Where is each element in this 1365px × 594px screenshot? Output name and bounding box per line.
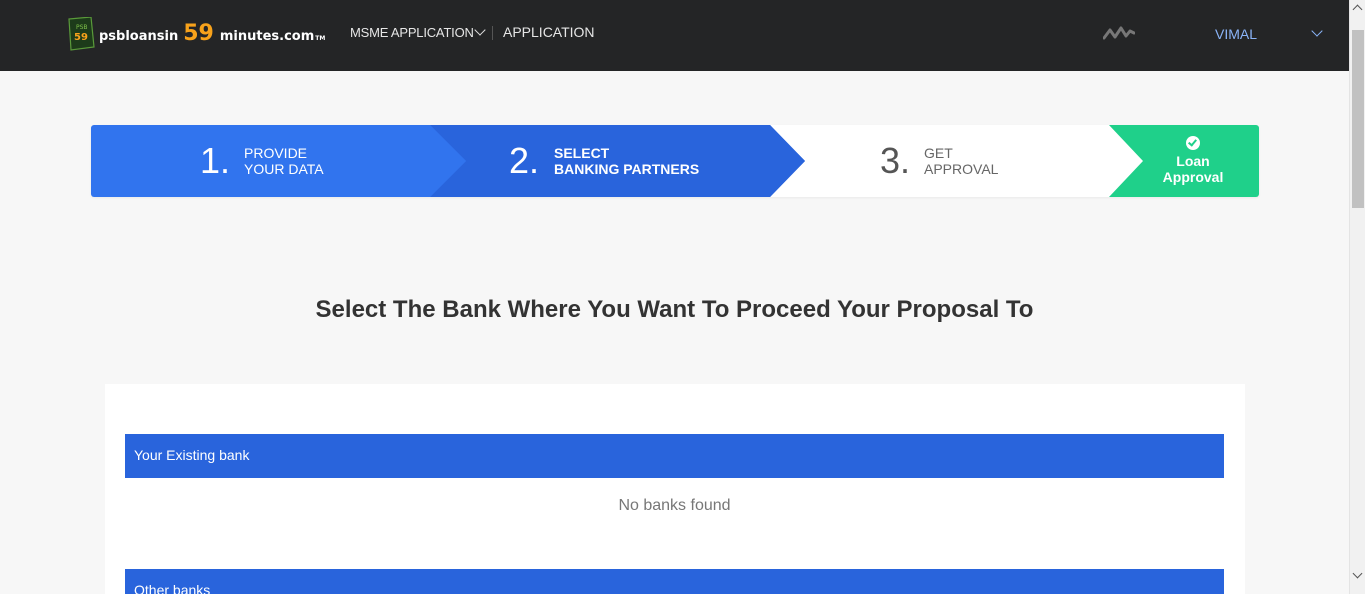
logo-wordmark: psbloansin 59 minutes.com TM [99,23,325,45]
scroll-down-arrow-icon[interactable] [1352,568,1363,579]
check-circle-icon [1186,136,1200,150]
chevron-down-icon [474,24,486,36]
step-3-label-line2: APPROVAL [924,161,999,177]
step-3-label-line1: GET [924,145,953,161]
step-2-number: 2. [509,140,540,181]
user-menu-name[interactable]: VIMAL [1215,26,1257,42]
step-3-number: 3. [880,140,911,181]
page-title: Select The Bank Where You Want To Procee… [315,296,1034,323]
svg-text:59: 59 [74,32,88,43]
other-banks-header: Other banks [125,569,1224,594]
step-final-label: Loan Approval [1139,153,1247,185]
no-banks-message: No banks found [618,497,731,514]
user-menu-chevron-icon[interactable] [1311,25,1323,37]
step-2-label: SELECT BANKING PARTNERS [554,145,699,177]
logo-text-left: psbloansin [99,29,179,44]
site-logo[interactable]: PSB 59 psbloansin 59 minutes.com TM [66,16,325,52]
step-3-label: GET APPROVAL [924,145,998,177]
nav-msme-application[interactable]: MSME APPLICATION [350,24,486,40]
bank-selection-card [105,384,1245,594]
svg-text:PSB: PSB [76,24,88,31]
logo-text-right: minutes.com [219,29,315,44]
nav-divider [492,26,493,40]
step-final-label-line1: Loan [1176,153,1210,169]
page-scrollbar[interactable] [1349,0,1365,594]
logo-trademark: TM [315,35,326,42]
step-1-number: 1. [200,140,231,181]
scrollbar-thumb[interactable] [1352,30,1364,208]
step-1-label-line1: PROVIDE [244,145,308,161]
step-2-label-line1: SELECT [554,145,610,161]
nav-application[interactable]: APPLICATION [503,24,595,40]
scroll-up-arrow-icon[interactable] [1352,4,1363,15]
existing-bank-header: Your Existing bank [125,434,1224,478]
top-navbar: PSB 59 psbloansin 59 minutes.com TM MSME… [0,0,1349,71]
step-1-label: PROVIDE YOUR DATA [244,145,324,177]
logo-text-number: 59 [183,21,214,46]
step-1-label-line2: YOUR DATA [244,161,324,177]
step-final-label-line2: Approval [1162,169,1224,185]
step-2-label-line2: BANKING PARTNERS [554,161,700,177]
logo-badge-icon: PSB 59 [66,17,96,51]
nav-msme-label: MSME APPLICATION [350,25,474,40]
progress-stepper: 1. PROVIDE YOUR DATA 2. SELECT BANKING P… [91,125,1259,197]
activity-wave-icon[interactable] [1102,25,1136,46]
